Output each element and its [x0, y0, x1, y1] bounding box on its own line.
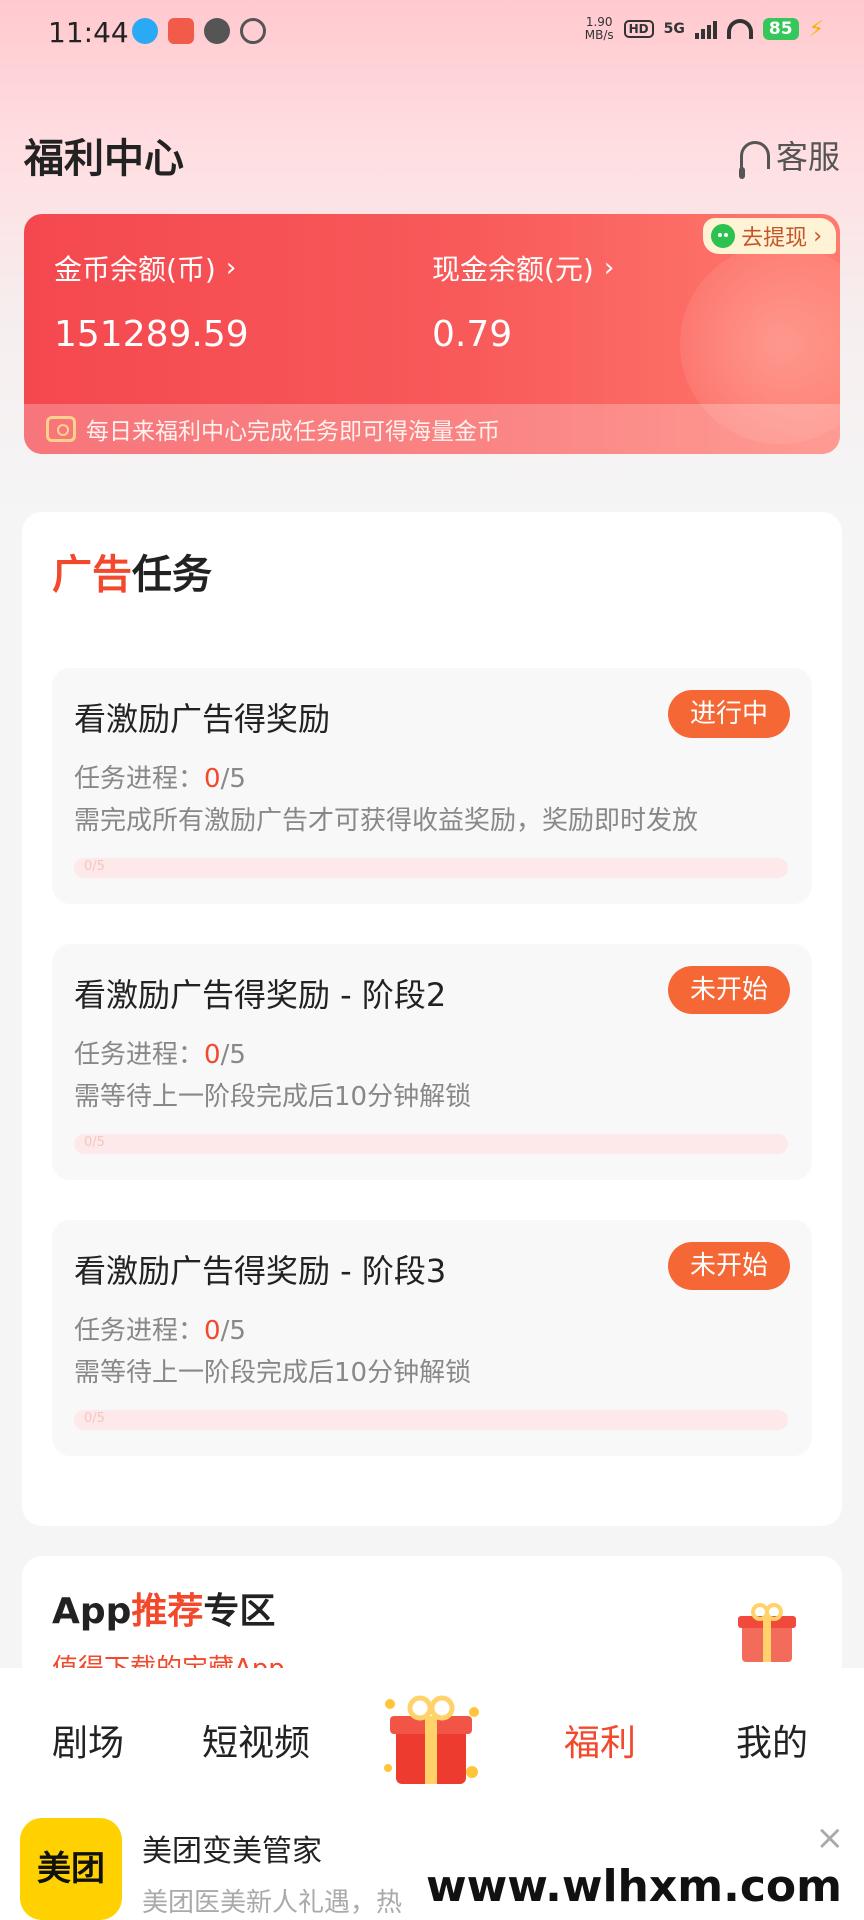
coin-balance[interactable]: 金币余额(币) › 151289.59: [54, 248, 249, 355]
qq-icon: [132, 18, 158, 44]
cash-balance[interactable]: 现金余额(元) › 0.79: [432, 248, 614, 355]
chevron-right-icon: ›: [225, 253, 237, 283]
close-icon[interactable]: ×: [816, 1818, 845, 1858]
status-indicators: 1.90 MB/s HD 5G 85 ⚡: [585, 16, 824, 42]
task-status-button[interactable]: 进行中: [667, 690, 790, 738]
ad-tasks-panel: 广告任务 看激励广告得奖励 进行中 任务进程：0/5 需完成所有激励广告才可获得…: [22, 512, 842, 1526]
task-description: 需完成所有激励广告才可获得收益奖励，奖励即时发放: [74, 806, 699, 836]
balance-card: 金币余额(币) › 151289.59 现金余额(元) › 0.79 去提现 ›…: [24, 214, 840, 454]
nav-short-video[interactable]: 短视频: [202, 1714, 310, 1766]
status-bar: 11:44 1.90 MB/s HD 5G 85 ⚡: [0, 0, 864, 68]
charging-icon: ⚡: [808, 16, 824, 42]
hd-icon: HD: [623, 20, 654, 38]
gift-box-icon[interactable]: [376, 1682, 486, 1792]
task-card[interactable]: 看激励广告得奖励 进行中 任务进程：0/5 需完成所有激励广告才可获得收益奖励，…: [52, 668, 812, 904]
customer-service-button[interactable]: 客服: [738, 132, 840, 179]
task-title: 看激励广告得奖励: [74, 700, 331, 738]
battery-icon: 85: [762, 18, 799, 40]
tip-bar: 每日来福利中心完成任务即可得海量金币: [24, 404, 840, 454]
page-title: 福利中心: [24, 136, 184, 182]
app-recommend-title: App推荐专区: [52, 1591, 276, 1632]
chevron-right-icon: ›: [813, 223, 822, 249]
tip-text: 每日来福利中心完成任务即可得海量金币: [86, 419, 500, 445]
task-progress: 任务进程：0/5: [74, 1316, 246, 1346]
wechat-icon: [711, 224, 736, 248]
nav-profile[interactable]: 我的: [736, 1714, 808, 1766]
ad-subtitle: 美团医美新人礼遇，热: [142, 1888, 403, 1918]
task-progress-bar: 0/5: [74, 1134, 788, 1154]
ad-title: 美团变美管家: [142, 1834, 322, 1869]
wifi-icon: [726, 19, 753, 39]
wechat-notification-icon: [204, 18, 230, 44]
task-description: 需等待上一阶段完成后10分钟解锁: [74, 1358, 472, 1388]
ad-tasks-title: 广告任务: [52, 552, 212, 598]
gift-box-icon: [738, 1603, 796, 1662]
nav-welfare[interactable]: 福利: [564, 1714, 636, 1766]
watermark: www.wlhxm.com: [413, 1857, 854, 1916]
task-progress-bar: 0/5: [74, 858, 788, 878]
cash-balance-value: 0.79: [432, 314, 513, 355]
task-description: 需等待上一阶段完成后10分钟解锁: [74, 1082, 472, 1112]
task-card[interactable]: 看激励广告得奖励 - 阶段3 未开始 任务进程：0/5 需等待上一阶段完成后10…: [52, 1220, 812, 1456]
task-status-button[interactable]: 未开始: [667, 966, 790, 1014]
status-time: 11:44: [48, 16, 129, 49]
notification-icons: [132, 18, 266, 44]
nav-theater[interactable]: 剧场: [52, 1714, 124, 1766]
wallet-icon: [46, 416, 76, 442]
chevron-right-icon: ›: [603, 253, 615, 283]
coin-balance-value: 151289.59: [54, 314, 249, 355]
task-card[interactable]: 看激励广告得奖励 - 阶段2 未开始 任务进程：0/5 需等待上一阶段完成后10…: [52, 944, 812, 1180]
task-progress: 任务进程：0/5: [74, 1040, 246, 1070]
task-title: 看激励广告得奖励 - 阶段3: [74, 1252, 447, 1290]
bottom-navigation: 剧场 短视频 福利 我的: [0, 1668, 864, 1804]
coin-balance-label: 金币余额(币): [54, 253, 216, 286]
network-speed: 1.90 MB/s: [584, 15, 614, 42]
task-progress-bar: 0/5: [74, 1410, 788, 1430]
task-title: 看激励广告得奖励 - 阶段2: [74, 976, 447, 1014]
task-progress: 任务进程：0/5: [74, 764, 246, 794]
headset-icon: [738, 141, 770, 179]
network-type: 5G: [663, 21, 685, 37]
meituan-logo: 美团: [20, 1818, 122, 1920]
app-notification-icon: [168, 18, 194, 44]
withdraw-label: 去提现: [741, 226, 808, 251]
cash-balance-label: 现金余额(元): [432, 253, 594, 286]
customer-service-label: 客服: [775, 138, 840, 176]
withdraw-button[interactable]: 去提现 ›: [703, 218, 836, 254]
task-status-button[interactable]: 未开始: [667, 1242, 790, 1290]
link-icon: [240, 18, 266, 44]
signal-icon: [694, 19, 717, 39]
